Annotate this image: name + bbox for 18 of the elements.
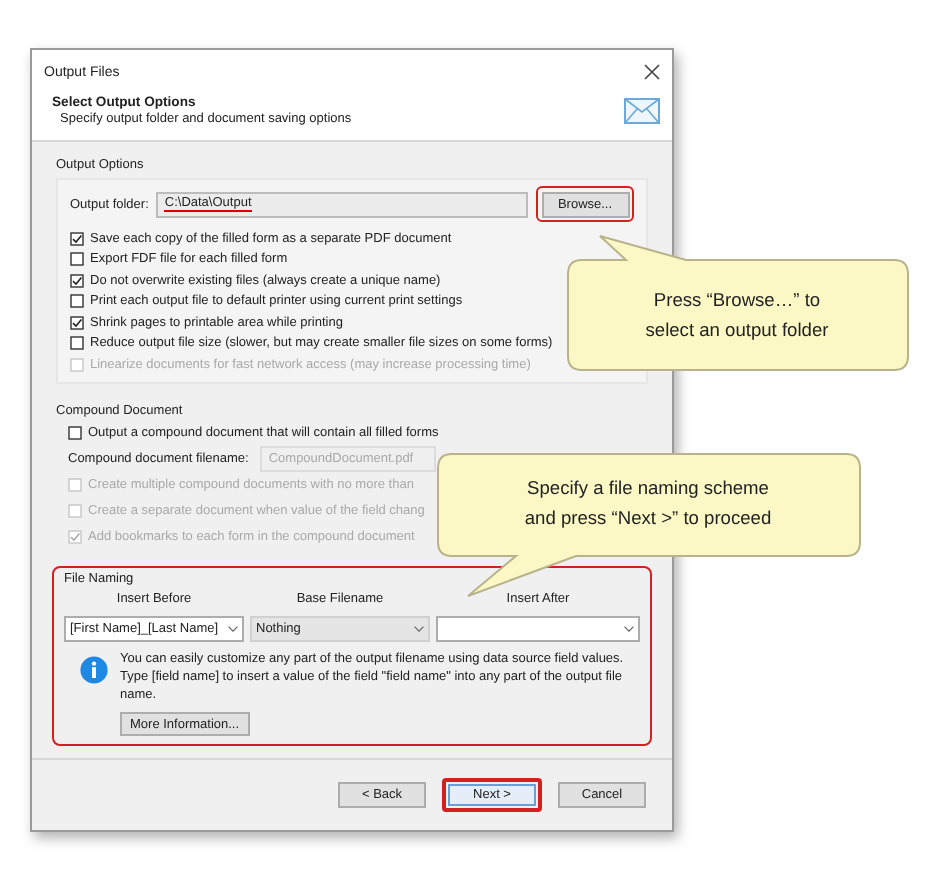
callout-text: select an output folder [645,317,829,344]
checkbox[interactable] [70,315,84,330]
caret-icon [414,626,424,632]
caret-icon [624,626,634,632]
checkbox[interactable] [68,426,82,441]
caret-icon [228,626,238,632]
callout-text: Specify a file naming scheme [527,476,769,502]
callout-text: and press “Next >” to proceed [524,506,772,532]
checkbox[interactable] [70,252,84,267]
checkbox[interactable] [70,294,84,309]
checkbox[interactable] [70,231,84,246]
checkbox[interactable] [70,336,84,351]
callout-text: Press “Browse…” to [653,287,821,313]
info-icon [80,656,108,684]
dropdown-field[interactable] [436,616,640,642]
envelope-icon [624,98,660,124]
close-icon[interactable] [644,64,660,80]
checkbox[interactable] [70,273,84,288]
